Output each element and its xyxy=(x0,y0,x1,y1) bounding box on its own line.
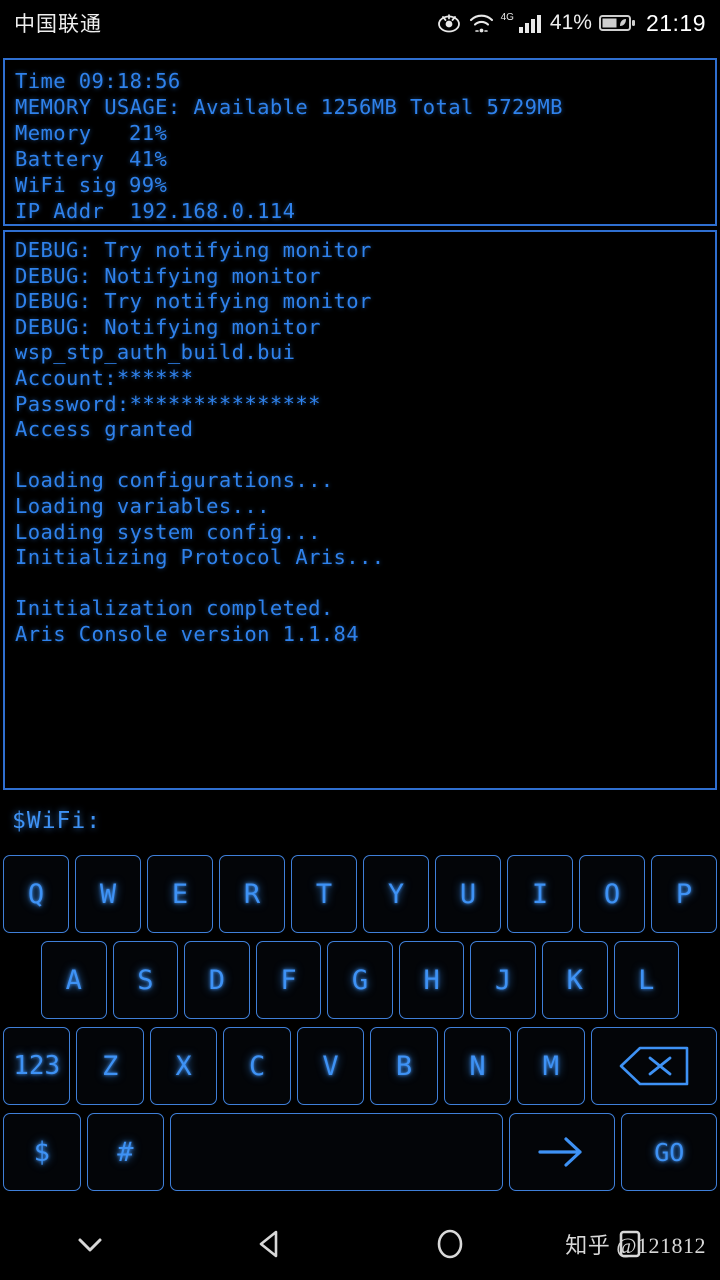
key-e[interactable]: E xyxy=(147,855,213,933)
key-h[interactable]: H xyxy=(398,941,465,1019)
console-output-panel[interactable]: DEBUG: Try notifying monitor DEBUG: Notif… xyxy=(3,230,717,790)
key-a[interactable]: A xyxy=(41,941,107,1019)
key-w[interactable]: W xyxy=(75,855,141,933)
keyboard-row-3: 123 Z X C V B N M xyxy=(0,1027,720,1105)
console-line: DEBUG: Try notifying monitor xyxy=(15,238,372,262)
status-bar-icons: 4G 41% 21:19 xyxy=(436,10,706,37)
nav-back-button[interactable] xyxy=(180,1226,360,1262)
key-m[interactable]: M xyxy=(517,1027,585,1105)
system-status-bar: 中国联通 4G 41% 21:19 xyxy=(0,0,720,46)
key-u[interactable]: U xyxy=(435,855,501,933)
key-b[interactable]: B xyxy=(370,1027,438,1105)
key-space[interactable] xyxy=(170,1113,504,1191)
key-y[interactable]: Y xyxy=(363,855,429,933)
eye-icon xyxy=(436,12,462,34)
key-d[interactable]: D xyxy=(184,941,250,1019)
key-g[interactable]: G xyxy=(327,941,393,1019)
battery-bar-value: 41% xyxy=(129,147,168,171)
key-hash[interactable]: # xyxy=(86,1113,165,1191)
key-k[interactable]: K xyxy=(541,941,608,1019)
console-line: Loading system config... xyxy=(15,519,321,544)
home-icon xyxy=(432,1226,468,1262)
key-l[interactable]: L xyxy=(613,941,680,1019)
console-line: DEBUG: Notifying monitor xyxy=(15,263,321,288)
carrier-name: 中国联通 xyxy=(14,13,102,36)
wifi-bar-label: WiFi sig xyxy=(15,173,117,197)
key-dollar[interactable]: $ xyxy=(3,1113,81,1191)
backspace-icon xyxy=(617,1044,691,1088)
battery-bar-row: Battery 41% xyxy=(15,146,705,172)
key-t[interactable]: T xyxy=(291,855,357,933)
chevron-down-icon xyxy=(70,1229,110,1259)
ip-address-line: IP Addr 192.168.0.114 xyxy=(15,199,296,223)
key-z[interactable]: Z xyxy=(76,1027,144,1105)
phone-screen: 中国联通 4G 41% 21:19 Time 09:18:56 MEMORY U… xyxy=(0,0,720,1280)
console-line: Password:*************** xyxy=(15,391,321,416)
key-r[interactable]: R xyxy=(219,855,285,933)
console-line: Access granted xyxy=(15,417,194,442)
key-arrow-right[interactable] xyxy=(509,1113,616,1191)
console-line: Aris Console version 1.1.84 xyxy=(15,621,360,646)
on-screen-keyboard: QWERTYUIOP ASDFGHJKL 123 Z X C V B N M $ # GO xyxy=(0,855,720,1191)
command-prompt-label: $WiFi: xyxy=(12,808,102,834)
console-line: DEBUG: Try notifying monitor xyxy=(15,289,372,314)
key-go[interactable]: GO xyxy=(621,1113,718,1191)
system-status-panel: Time 09:18:56 MEMORY USAGE: Available 12… xyxy=(3,58,717,226)
memory-bar-row: Memory 21% xyxy=(15,120,705,146)
console-line: Account:****** xyxy=(15,365,194,390)
console-line: Initializing Protocol Aris... xyxy=(15,545,385,570)
network-type-label: 4G xyxy=(500,11,514,23)
key-n[interactable]: N xyxy=(443,1027,512,1105)
key-f[interactable]: F xyxy=(255,941,322,1019)
key-p[interactable]: P xyxy=(651,855,717,933)
wifi-icon xyxy=(469,12,494,34)
nav-hide-keyboard-button[interactable] xyxy=(0,1229,180,1259)
wifi-bar-row: WiFi sig 99% xyxy=(15,172,705,198)
clock-label: 21:19 xyxy=(645,9,706,36)
key-s[interactable]: S xyxy=(112,941,179,1019)
console-line: wsp_stp_auth_build.bui xyxy=(15,340,296,365)
key-i[interactable]: I xyxy=(507,855,573,933)
back-icon xyxy=(252,1226,288,1262)
console-line: DEBUG: Notifying monitor xyxy=(15,314,321,339)
console-line: Loading configurations... xyxy=(15,468,334,493)
key-backspace[interactable] xyxy=(590,1027,717,1105)
nav-home-button[interactable] xyxy=(360,1226,540,1262)
time-line: Time 09:18:56 xyxy=(15,69,181,93)
key-x[interactable]: X xyxy=(149,1027,218,1105)
android-navigation-bar: 知乎 @121812 xyxy=(0,1208,720,1280)
battery-saver-icon xyxy=(598,12,636,34)
wifi-bar-value: 99% xyxy=(129,173,168,197)
key-123[interactable]: 123 xyxy=(3,1027,71,1105)
memory-usage-line: MEMORY USAGE: Available 1256MB Total 572… xyxy=(15,95,563,119)
keyboard-row-2: ASDFGHJKL xyxy=(0,941,720,1019)
key-c[interactable]: C xyxy=(223,1027,291,1105)
arrow-right-icon xyxy=(532,1133,592,1171)
key-v[interactable]: V xyxy=(296,1027,365,1105)
battery-percent-label: 41% xyxy=(549,11,592,34)
console-line: Loading variables... xyxy=(15,493,270,518)
memory-bar-value: 21% xyxy=(129,121,168,145)
keyboard-row-1: QWERTYUIOP xyxy=(0,855,720,933)
battery-bar-label: Battery xyxy=(15,147,105,171)
keyboard-row-4: $ # GO xyxy=(0,1113,720,1191)
key-j[interactable]: J xyxy=(470,941,536,1019)
memory-bar-label: Memory xyxy=(15,121,92,145)
key-q[interactable]: Q xyxy=(3,855,69,933)
console-line: Initialization completed. xyxy=(15,596,334,621)
watermark-label: 知乎 @121812 xyxy=(565,1233,706,1258)
cellular-signal-icon xyxy=(518,12,544,34)
key-o[interactable]: O xyxy=(579,855,645,933)
